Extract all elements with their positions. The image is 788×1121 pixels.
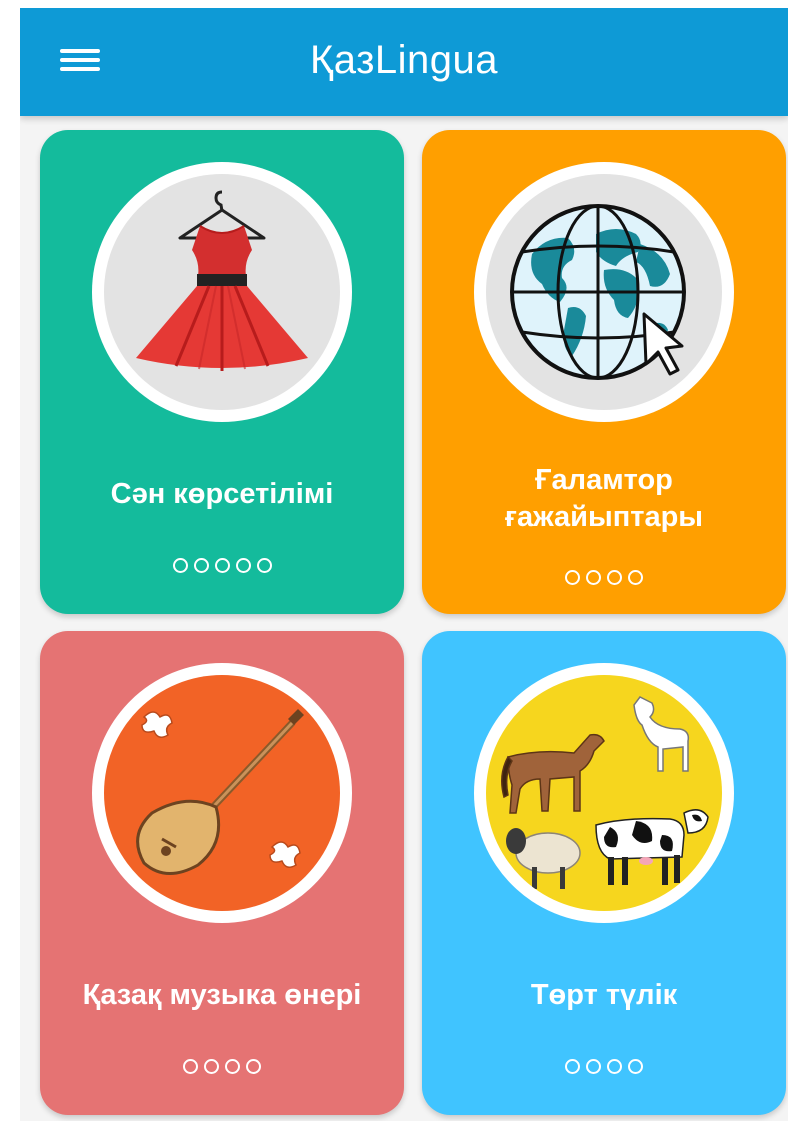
page-dot[interactable] bbox=[565, 1059, 580, 1074]
topic-image-frame bbox=[474, 663, 734, 923]
app-title: ҚазLingua bbox=[309, 38, 499, 82]
page-dot[interactable] bbox=[586, 570, 601, 585]
globe-cursor-icon bbox=[510, 204, 686, 380]
app-screen: ҚазLingua Сән көрсетілімі Ғаламтор ғажай… bbox=[20, 8, 788, 1121]
topic-title: Қазақ музыка өнері bbox=[82, 979, 362, 1011]
page-indicator bbox=[40, 558, 404, 573]
page-dot[interactable] bbox=[183, 1059, 198, 1074]
page-dot[interactable] bbox=[607, 570, 622, 585]
page-dot[interactable] bbox=[246, 1059, 261, 1074]
app-bar: ҚазLingua bbox=[20, 8, 788, 116]
page-indicator bbox=[422, 570, 786, 585]
page-dot[interactable] bbox=[256, 558, 272, 573]
topic-image-frame bbox=[92, 162, 352, 422]
page-dot[interactable] bbox=[586, 1059, 601, 1074]
topic-image-frame bbox=[92, 663, 352, 923]
topic-card-livestock[interactable]: Төрт түлік bbox=[422, 631, 786, 1115]
page-dot[interactable] bbox=[225, 1059, 240, 1074]
topic-image-frame bbox=[474, 162, 734, 422]
livestock-animals-icon bbox=[501, 696, 709, 889]
dombra-icon bbox=[136, 709, 304, 875]
page-dot[interactable] bbox=[204, 1059, 219, 1074]
page-dot[interactable] bbox=[193, 558, 209, 573]
page-dot[interactable] bbox=[607, 1059, 622, 1074]
page-dot[interactable] bbox=[214, 558, 230, 573]
topic-card-fashion[interactable]: Сән көрсетілімі bbox=[40, 130, 404, 614]
page-dot[interactable] bbox=[235, 558, 251, 573]
page-dot[interactable] bbox=[172, 558, 188, 573]
page-dot[interactable] bbox=[628, 1059, 643, 1074]
page-dot[interactable] bbox=[628, 570, 643, 585]
topic-title: Сән көрсетілімі bbox=[110, 478, 334, 510]
hamburger-menu-icon[interactable] bbox=[60, 44, 100, 76]
topic-card-internet[interactable]: Ғаламтор ғажайыптары bbox=[422, 130, 786, 614]
page-indicator bbox=[40, 1059, 404, 1074]
topic-card-music[interactable]: Қазақ музыка өнері bbox=[40, 631, 404, 1115]
page-indicator bbox=[422, 1059, 786, 1074]
topic-title: Ғаламтор ғажайыптары bbox=[504, 464, 704, 533]
page-dot[interactable] bbox=[565, 570, 580, 585]
red-dress-icon bbox=[136, 190, 308, 371]
topic-title: Төрт түлік bbox=[530, 979, 678, 1011]
